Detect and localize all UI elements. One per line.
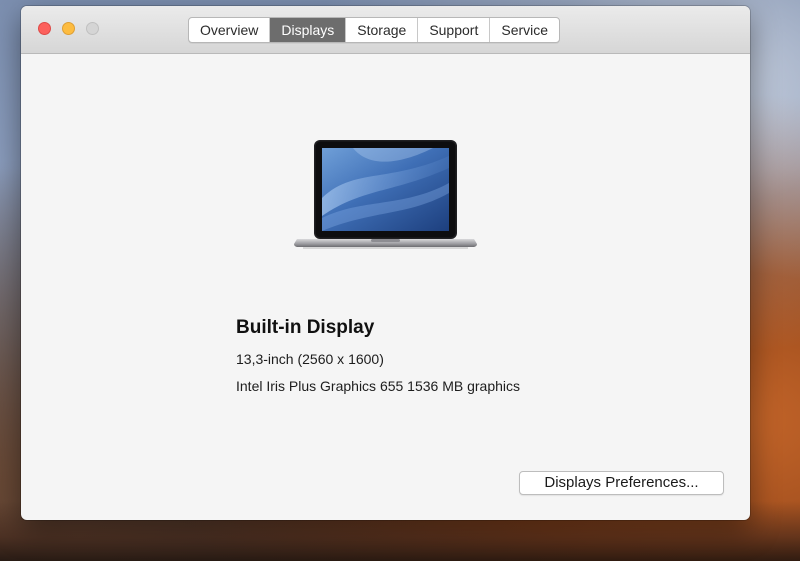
tab-support[interactable]: Support [418, 18, 491, 42]
display-name: Built-in Display [236, 317, 375, 338]
zoom-window-button[interactable] [86, 22, 99, 35]
tab-storage[interactable]: Storage [346, 18, 419, 42]
tab-bar: Overview Displays Storage Support Servic… [188, 17, 561, 43]
window-titlebar: Overview Displays Storage Support Servic… [21, 6, 750, 54]
display-info: Built-in Display 13,3-inch (2560 x 1600)… [236, 315, 520, 395]
tab-service[interactable]: Service [490, 18, 559, 42]
close-window-button[interactable] [38, 22, 51, 35]
tab-overview[interactable]: Overview [189, 18, 271, 42]
tab-displays[interactable]: Displays [270, 18, 347, 42]
minimize-window-button[interactable] [62, 22, 75, 35]
display-size-resolution: 13,3-inch (2560 x 1600) [236, 351, 384, 367]
displays-preferences-button[interactable]: Displays Preferences... [519, 471, 724, 495]
display-graphics: Intel Iris Plus Graphics 655 1536 MB gra… [236, 378, 521, 394]
macbook-pro-icon [294, 140, 477, 249]
about-this-mac-window: Overview Displays Storage Support Servic… [21, 6, 750, 520]
